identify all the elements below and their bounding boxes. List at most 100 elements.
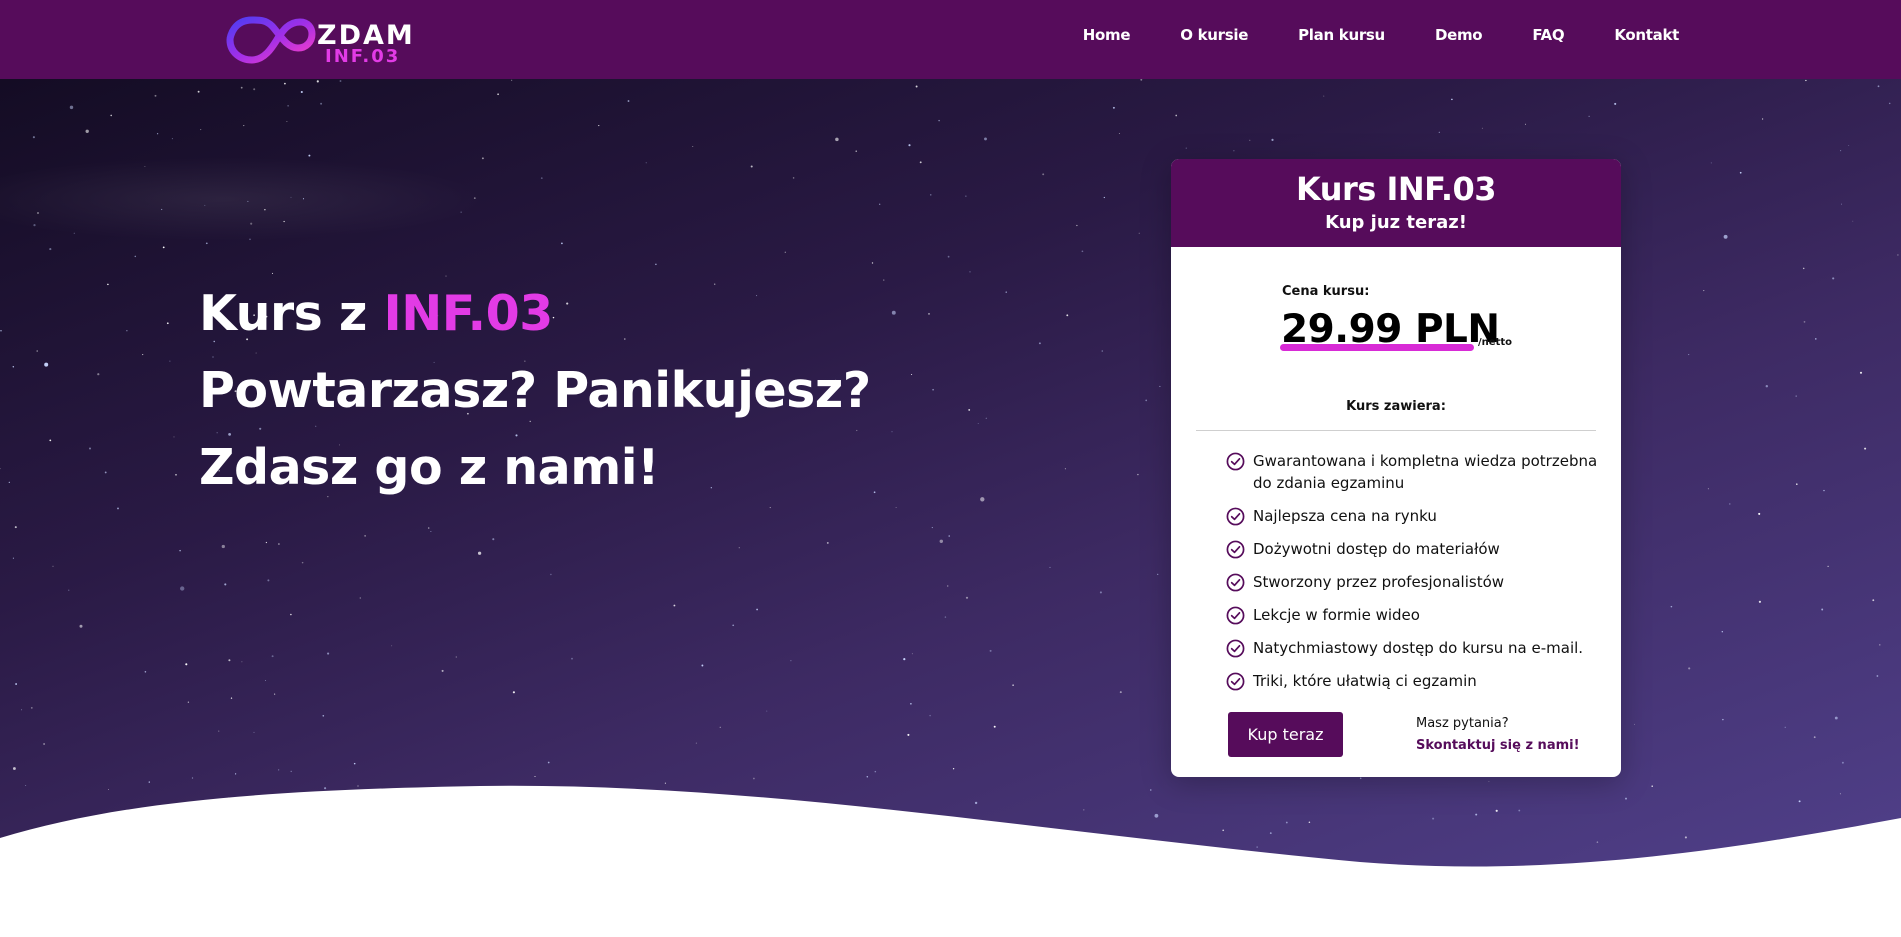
star [598, 125, 600, 127]
pricing-card-header: Kurs INF.03 Kup juz teraz! [1171, 159, 1621, 247]
divider [1196, 430, 1596, 431]
hero-wave-divider [0, 785, 1901, 937]
buy-now-button[interactable]: Kup teraz [1228, 712, 1343, 757]
star [327, 652, 330, 655]
nav-home[interactable]: Home [1083, 26, 1131, 44]
star [931, 527, 933, 529]
star [1101, 350, 1104, 352]
star [1588, 115, 1590, 117]
feature-text: Stworzony przez profesjonalistów [1253, 573, 1505, 591]
star [271, 655, 274, 658]
feature-list: Gwarantowana i kompletna wiedza potrzebn… [1226, 450, 1601, 703]
star [756, 608, 759, 611]
star [1614, 102, 1617, 105]
star [1688, 667, 1691, 670]
nav-demo[interactable]: Demo [1435, 26, 1483, 44]
star [271, 272, 274, 274]
star [692, 146, 694, 148]
nav-kontakt[interactable]: Kontakt [1614, 26, 1679, 44]
star [948, 535, 950, 537]
star [1005, 291, 1007, 293]
nav-faq[interactable]: FAQ [1532, 26, 1564, 44]
star [180, 586, 185, 591]
star [911, 373, 913, 376]
star [154, 94, 157, 97]
star [980, 497, 985, 502]
star [928, 313, 930, 315]
star [221, 544, 225, 549]
star [1872, 599, 1875, 602]
star [364, 535, 366, 537]
star [965, 596, 969, 599]
star [1137, 473, 1139, 476]
star [1524, 123, 1527, 125]
star [766, 710, 768, 712]
star [1805, 79, 1807, 82]
star [73, 232, 75, 234]
star [1897, 254, 1899, 256]
star [910, 702, 912, 705]
star [249, 238, 251, 241]
star [1099, 591, 1102, 594]
star [52, 565, 54, 567]
contact-link[interactable]: Skontaktuj się z nami! [1416, 735, 1580, 757]
star [142, 354, 144, 356]
star [1066, 314, 1069, 317]
star [171, 138, 173, 140]
star [322, 714, 325, 717]
star [911, 653, 913, 655]
price-label: Cena kursu: [1282, 284, 1370, 299]
star [826, 541, 829, 544]
star [1827, 565, 1829, 568]
star [230, 697, 233, 699]
price-value: 29.99 PLN [1281, 307, 1500, 352]
star [883, 279, 885, 281]
feature-text: Gwarantowana i kompletna wiedza potrzebn… [1253, 452, 1598, 492]
star [968, 408, 971, 411]
star [944, 616, 947, 618]
star [353, 762, 356, 765]
star [156, 133, 159, 135]
star [1877, 85, 1880, 88]
star [993, 725, 996, 728]
star [511, 79, 513, 81]
check-circle-icon [1226, 606, 1245, 625]
star [1879, 644, 1881, 646]
star [1049, 566, 1051, 568]
star [492, 538, 495, 541]
star [977, 423, 979, 424]
feature-item: Dożywotni dostęp do materiałów [1226, 538, 1601, 560]
star [68, 589, 70, 591]
site-logo[interactable]: ZDAM INF.03 [226, 8, 413, 68]
star [1815, 338, 1817, 340]
star [200, 129, 202, 131]
star [1081, 250, 1084, 253]
star [228, 659, 231, 662]
star [32, 136, 35, 139]
star [36, 350, 38, 352]
star [161, 208, 163, 211]
star [79, 624, 83, 628]
star [205, 242, 208, 245]
star [173, 436, 175, 438]
star [1140, 79, 1143, 81]
nav-o-kursie[interactable]: O kursie [1180, 26, 1248, 44]
star [1157, 573, 1159, 576]
star [197, 90, 200, 93]
star [339, 80, 342, 82]
star [104, 471, 107, 474]
star [873, 491, 876, 494]
check-circle-icon [1226, 672, 1245, 691]
star [97, 373, 100, 376]
nav-plan-kursu[interactable]: Plan kursu [1298, 26, 1385, 44]
star [320, 102, 323, 105]
price-unit: /netto [1478, 337, 1512, 348]
star [1802, 267, 1805, 270]
feature-text: Triki, które ułatwią ci egzamin [1253, 672, 1477, 690]
star [264, 209, 266, 211]
star [1271, 138, 1274, 141]
star [1042, 173, 1045, 176]
star [561, 242, 563, 245]
hero-line-1-accent: INF.03 [383, 285, 553, 342]
star [1784, 726, 1786, 728]
